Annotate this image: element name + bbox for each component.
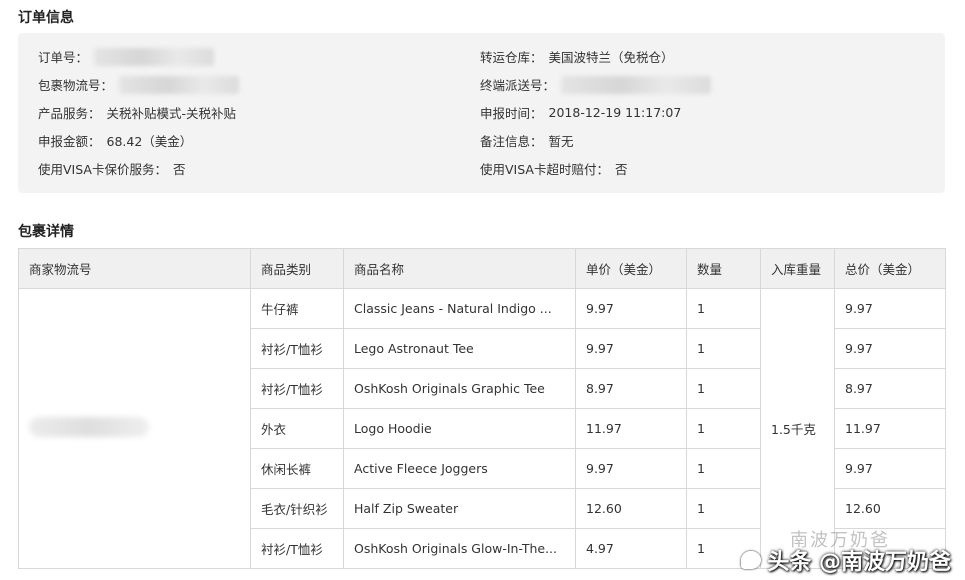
unit-price-cell: 12.60	[575, 488, 687, 529]
info-label: 产品服务：	[38, 106, 101, 121]
category-cell: 毛衣/针织衫	[250, 488, 344, 529]
column-header: 入库重量	[760, 248, 835, 289]
table-row: 牛仔裤 Classic Jeans - Natural Indigo ... 9.9…	[18, 288, 946, 569]
info-label: 转运仓库：	[480, 50, 543, 65]
unit-price-cell: 9.97	[575, 288, 687, 329]
order-info-title: 订单信息	[18, 10, 74, 26]
info-row: 备注信息： 暂无	[480, 131, 574, 150]
info-label: 申报时间：	[480, 106, 543, 121]
info-row: 订单号：	[38, 47, 215, 66]
product-name-cell: Logo Hoodie	[343, 408, 576, 449]
info-value: 美国波特兰（免税仓）	[548, 50, 674, 65]
redacted-value	[94, 47, 215, 66]
info-label: 使用VISA卡超时赔付：	[480, 162, 609, 177]
category-cell: 休闲长裤	[250, 448, 344, 489]
category-cell: 衬衫/T恤衫	[250, 528, 344, 569]
info-value: 暂无	[548, 134, 574, 149]
info-row: 终端派送号：	[480, 75, 712, 94]
total-price-cell: 11.97	[834, 408, 946, 449]
info-row: 使用VISA卡超时赔付： 否	[480, 159, 627, 178]
package-detail-title: 包裹详情	[18, 224, 74, 240]
column-header: 总价（美金）	[834, 248, 946, 289]
info-value: 否	[614, 162, 628, 177]
info-row: 申报时间： 2018-12-19 11:17:07	[480, 103, 681, 122]
product-name-cell: OshKosh Originals Glow-In-The...	[343, 528, 576, 569]
watermark-text: 头条 @南波万奶爸	[767, 550, 951, 575]
quantity-cell: 1	[686, 408, 761, 449]
watermark: 头条 @南波万奶爸	[741, 544, 951, 576]
order-info-panel: 订单号： 转运仓库： 美国波特兰（免税仓） 包裹物流号： 终端派送号： 产品服务： 关税补贴…	[18, 33, 945, 193]
quantity-cell: 1	[686, 328, 761, 369]
redacted-value	[29, 417, 149, 437]
product-name-cell: Active Fleece Joggers	[343, 448, 576, 489]
info-row: 包裹物流号：	[38, 75, 240, 94]
info-value: 68.42（美金）	[106, 134, 193, 149]
total-price-cell: 9.97	[834, 448, 946, 489]
quantity-cell: 1	[686, 448, 761, 489]
redacted-value	[119, 75, 240, 94]
info-row: 转运仓库： 美国波特兰（免税仓）	[480, 47, 674, 66]
unit-price-cell: 11.97	[575, 408, 687, 449]
info-row: 申报金额： 68.42（美金）	[38, 131, 192, 150]
total-price-cell: 12.60	[834, 488, 946, 529]
info-label: 包裹物流号：	[38, 78, 114, 93]
info-row: 产品服务： 关税补贴模式-关税补贴	[38, 103, 236, 122]
quantity-cell: 1	[686, 368, 761, 409]
category-cell: 衬衫/T恤衫	[250, 368, 344, 409]
column-header: 商品类别	[250, 248, 344, 289]
product-name-cell: Classic Jeans - Natural Indigo ...	[343, 288, 576, 329]
quantity-cell: 1	[686, 488, 761, 529]
info-value: 否	[172, 162, 186, 177]
quantity-cell: 1	[686, 288, 761, 329]
table-header-row: 商家物流号 商品类别 商品名称 单价（美金） 数量 入库重量 总价（美金）	[18, 248, 946, 289]
info-label: 订单号：	[38, 50, 89, 65]
product-name-cell: OshKosh Originals Graphic Tee	[343, 368, 576, 409]
total-price-cell: 9.97	[834, 288, 946, 329]
column-header: 商家物流号	[18, 248, 251, 289]
info-label: 申报金额：	[38, 134, 101, 149]
merchant-tracking-cell	[18, 288, 251, 569]
column-header: 商品名称	[343, 248, 576, 289]
column-header: 单价（美金）	[575, 248, 687, 289]
info-value: 2018-12-19 11:17:07	[548, 105, 682, 120]
category-cell: 外衣	[250, 408, 344, 449]
total-price-cell: 9.97	[834, 328, 946, 369]
unit-price-cell: 9.97	[575, 328, 687, 369]
product-name-cell: Lego Astronaut Tee	[343, 328, 576, 369]
category-cell: 牛仔裤	[250, 288, 344, 329]
chat-bubble-icon	[741, 551, 762, 569]
unit-price-cell: 8.97	[575, 368, 687, 409]
info-label: 使用VISA卡保价服务：	[38, 162, 167, 177]
total-price-cell: 8.97	[834, 368, 946, 409]
info-row: 使用VISA卡保价服务： 否	[38, 159, 185, 178]
package-detail-table: 商家物流号 商品类别 商品名称 单价（美金） 数量 入库重量 总价（美金） 牛仔裤 Class…	[18, 248, 946, 569]
unit-price-cell: 9.97	[575, 448, 687, 489]
column-header: 数量	[686, 248, 761, 289]
product-name-cell: Half Zip Sweater	[343, 488, 576, 529]
redacted-value	[561, 75, 712, 94]
category-cell: 衬衫/T恤衫	[250, 328, 344, 369]
info-value: 关税补贴模式-关税补贴	[106, 106, 237, 121]
unit-price-cell: 4.97	[575, 528, 687, 569]
info-label: 备注信息：	[480, 134, 543, 149]
info-label: 终端派送号：	[480, 78, 556, 93]
